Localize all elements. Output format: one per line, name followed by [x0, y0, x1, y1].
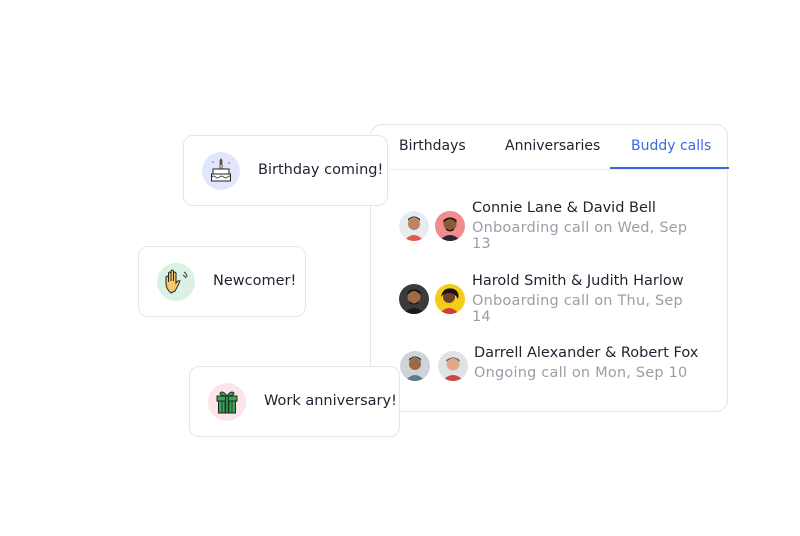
tab-anniversaries[interactable]: Anniversaries — [505, 138, 600, 154]
avatar — [438, 351, 468, 381]
newcomer-card[interactable]: Newcomer! — [138, 246, 306, 317]
list-item[interactable]: Connie Lane & David Bell Onboarding call… — [371, 199, 729, 259]
tab-birthdays[interactable]: Birthdays — [399, 138, 466, 154]
participant-names: Harold Smith & Judith Harlow — [472, 273, 684, 289]
avatar — [435, 284, 465, 314]
call-status: Onboarding call on Wed, Sep 13 — [472, 220, 688, 252]
call-status: Ongoing call on Mon, Sep 10 — [474, 365, 688, 381]
tab-bar: Birthdays Anniversaries Buddy calls — [371, 125, 729, 170]
birthday-card[interactable]: Birthday coming! — [183, 135, 388, 206]
avatar — [399, 284, 429, 314]
card-label: Birthday coming! — [258, 162, 384, 178]
call-status: Onboarding call on Thu, Sep 14 — [472, 293, 683, 325]
avatar — [399, 211, 429, 241]
list-item[interactable]: Harold Smith & Judith Harlow Onboarding … — [371, 272, 729, 332]
gift-box-icon — [208, 383, 246, 421]
birthday-cake-icon — [202, 152, 240, 190]
avatar — [435, 211, 465, 241]
card-label: Work anniversary! — [264, 393, 397, 409]
active-tab-indicator — [610, 167, 729, 169]
waving-hands-icon — [157, 263, 195, 301]
tab-buddy-calls[interactable]: Buddy calls — [631, 138, 711, 154]
avatar — [400, 351, 430, 381]
participant-names: Connie Lane & David Bell — [472, 200, 656, 216]
participant-names: Darrell Alexander & Robert Fox — [474, 345, 699, 361]
buddy-calls-panel: Birthdays Anniversaries Buddy calls Conn… — [370, 124, 729, 412]
card-label: Newcomer! — [213, 273, 297, 289]
list-item[interactable]: Darrell Alexander & Robert Fox Ongoing c… — [371, 345, 729, 405]
work-anniversary-card[interactable]: Work anniversary! — [189, 366, 400, 437]
